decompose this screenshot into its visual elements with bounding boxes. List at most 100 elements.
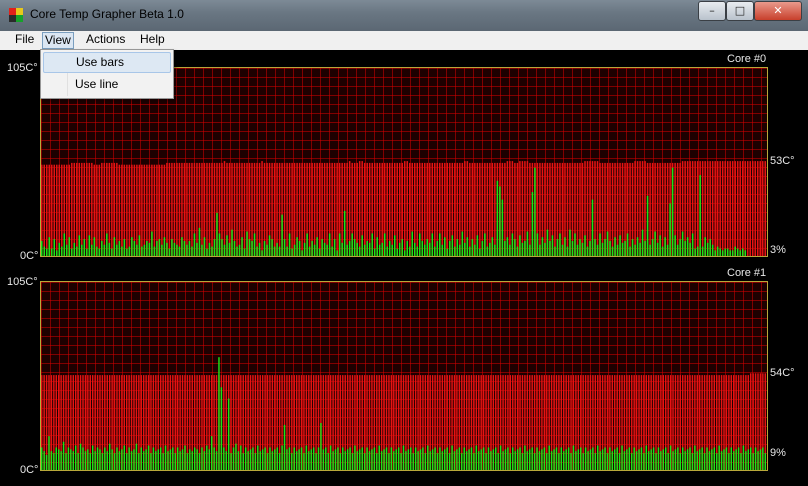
temperature-bar <box>228 162 231 256</box>
menu-actions[interactable]: Actions <box>84 31 127 48</box>
menu-help[interactable]: Help <box>138 31 167 48</box>
menu-item-use-bars[interactable]: Use bars <box>43 52 171 73</box>
load-bar <box>759 449 762 470</box>
load-bar <box>123 239 126 256</box>
temperature-bar <box>301 162 303 256</box>
core-1-panel: 105C° 0C° Core #1 54C° 9% <box>0 266 808 478</box>
close-button[interactable]: ✕ <box>754 1 802 21</box>
load-bar <box>436 453 439 470</box>
load-bar <box>616 244 619 256</box>
load-bar <box>227 398 230 470</box>
temperature-bar <box>509 161 511 256</box>
temperature-bar <box>751 161 754 256</box>
load-bar <box>734 246 736 256</box>
load-bar <box>55 447 57 470</box>
load-bar <box>754 447 757 470</box>
temperature-bar <box>76 162 78 256</box>
load-bar <box>146 240 148 256</box>
load-bar <box>193 233 196 256</box>
load-bar <box>526 231 529 256</box>
core-1-temp-readout: 54C° <box>770 367 795 379</box>
load-bar <box>164 445 167 470</box>
load-bar <box>174 453 176 470</box>
load-bar <box>293 447 295 470</box>
temperature-bar <box>434 162 436 256</box>
load-bar <box>371 233 373 256</box>
load-bar <box>191 451 193 470</box>
load-bar <box>223 447 225 470</box>
load-bar <box>60 451 62 470</box>
load-bar <box>143 244 146 256</box>
load-bar <box>328 233 331 256</box>
load-bar <box>281 214 283 256</box>
load-bar <box>486 246 489 256</box>
load-bar <box>651 239 654 256</box>
load-bar <box>626 449 628 470</box>
load-bar <box>91 244 93 256</box>
load-bar <box>584 447 587 470</box>
temperature-bar <box>398 162 401 256</box>
load-bar <box>558 453 560 470</box>
load-bar <box>118 451 121 470</box>
load-bar <box>48 436 50 470</box>
load-bar <box>666 244 669 256</box>
load-bar <box>459 244 461 256</box>
load-bar <box>674 235 676 256</box>
temperature-bar <box>701 161 704 256</box>
load-bar <box>424 244 426 256</box>
temperature-bar <box>381 162 383 256</box>
load-bar <box>383 233 386 256</box>
temperature-bar <box>414 162 416 256</box>
load-bar <box>325 447 327 470</box>
menu-item-use-line[interactable]: Use line <box>43 74 171 95</box>
load-bar <box>248 239 251 256</box>
load-bar <box>476 235 479 256</box>
load-bar <box>448 453 451 470</box>
load-bar <box>534 167 536 256</box>
load-bar <box>431 449 434 470</box>
load-bar <box>274 449 276 470</box>
menu-file[interactable]: File <box>13 31 36 48</box>
load-bar <box>221 239 223 256</box>
load-bar <box>679 239 681 256</box>
load-bar <box>83 239 86 256</box>
load-bar <box>113 237 116 256</box>
temperature-bar <box>754 161 756 256</box>
load-bar <box>86 248 88 256</box>
load-bar <box>419 233 421 256</box>
temperature-bar <box>368 162 371 256</box>
menu-view[interactable]: View <box>42 32 74 49</box>
load-bar <box>411 231 414 256</box>
load-bar <box>312 447 315 470</box>
load-bar <box>343 210 346 256</box>
load-bar <box>236 246 238 256</box>
load-bar <box>145 449 147 470</box>
load-bar <box>516 246 519 256</box>
load-bar <box>550 451 553 470</box>
title-bar[interactable]: Core Temp Grapher Beta 1.0 – □ ✕ <box>0 0 808 31</box>
load-bar <box>208 242 211 256</box>
maximize-button[interactable]: □ <box>726 1 754 21</box>
load-bar <box>548 445 550 470</box>
load-bar <box>341 242 343 256</box>
load-bar <box>679 453 682 470</box>
load-bar <box>339 453 342 470</box>
load-bar <box>241 237 243 256</box>
load-bar <box>213 447 215 470</box>
load-bar <box>264 447 266 470</box>
temperature-bar <box>694 161 696 256</box>
load-bar <box>235 443 237 470</box>
temperature-bar <box>243 162 246 256</box>
load-bar <box>429 451 431 470</box>
load-bar <box>461 453 463 470</box>
load-bar <box>481 240 484 256</box>
load-bar <box>46 248 48 256</box>
temperature-bar <box>238 162 241 256</box>
load-bar <box>566 246 569 256</box>
load-bar <box>414 447 417 470</box>
load-bar <box>728 453 730 470</box>
load-bar <box>176 447 179 470</box>
minimize-button[interactable]: – <box>698 1 726 21</box>
load-bar <box>655 453 657 470</box>
load-bar <box>752 453 754 470</box>
